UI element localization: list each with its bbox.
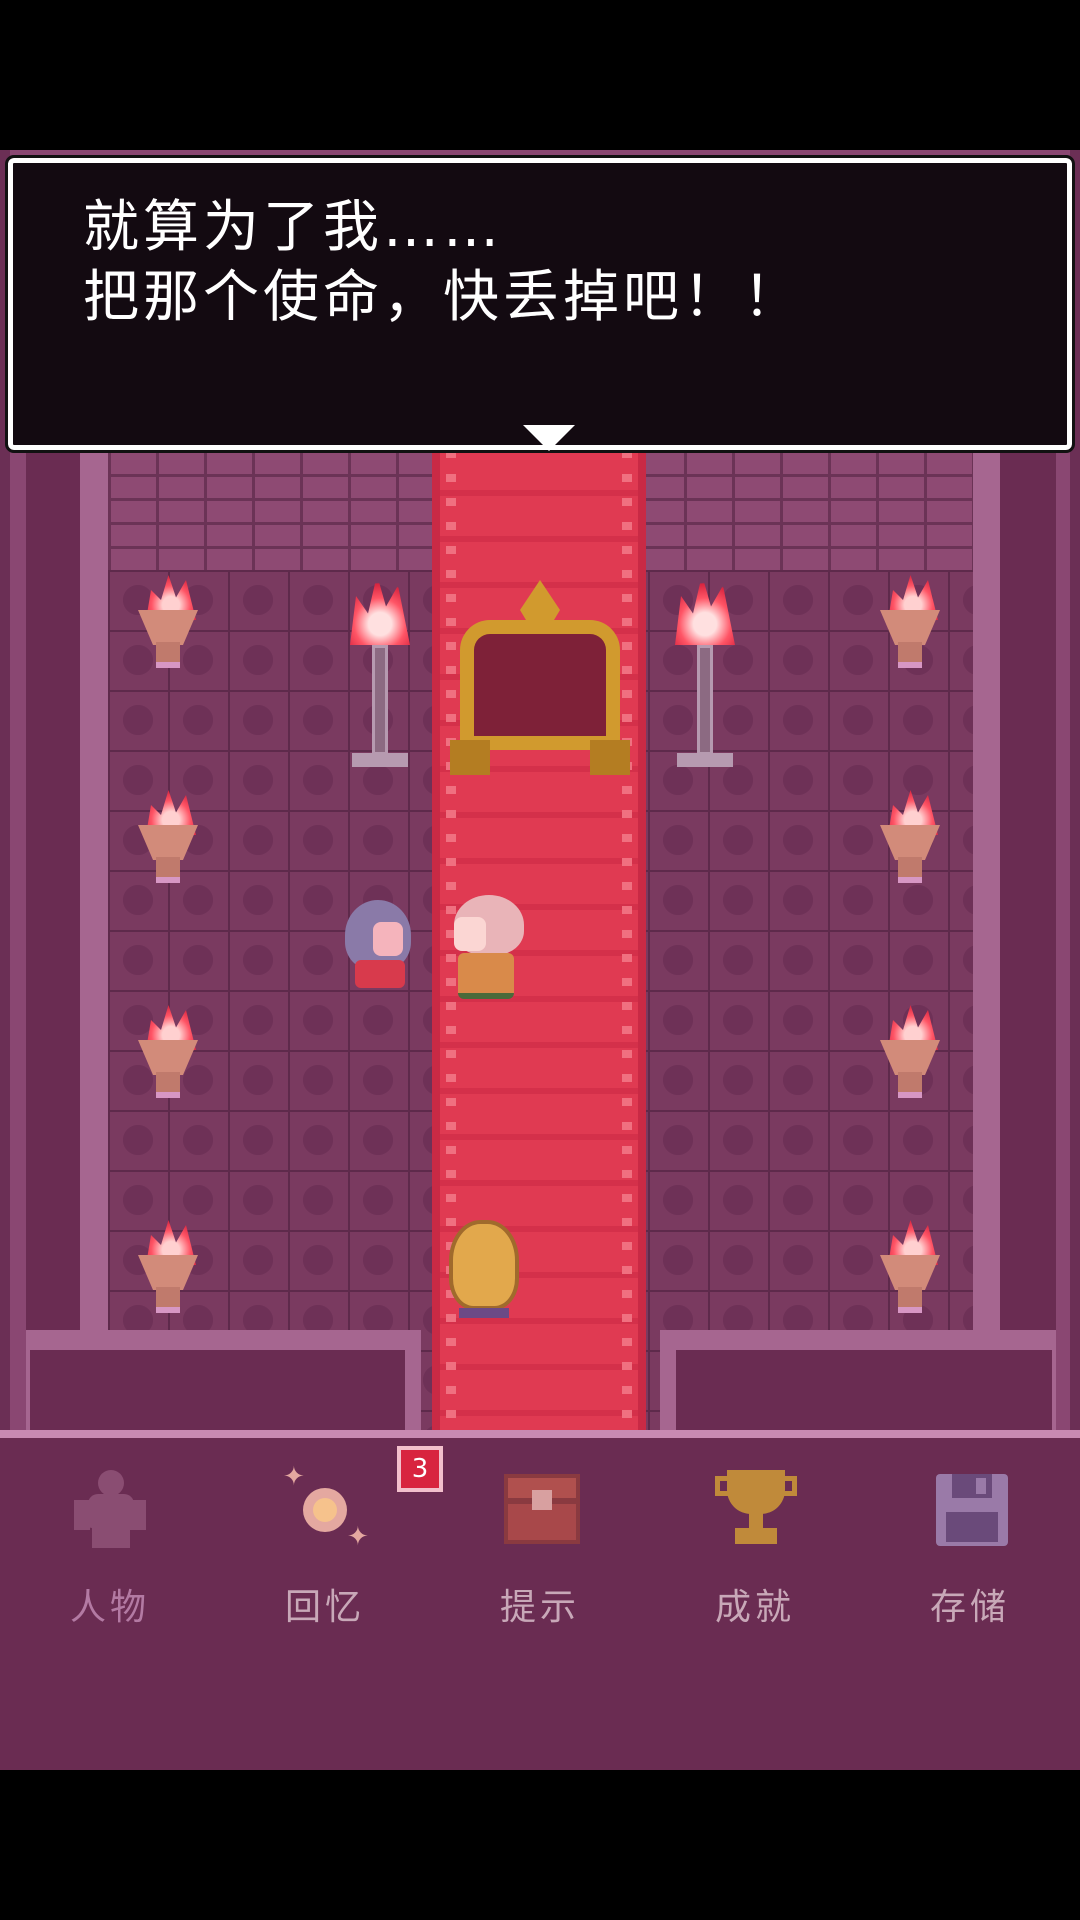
menu-label: 人物 — [69, 1587, 150, 1628]
menu-hints-button[interactable]: 提示 — [460, 1468, 620, 1628]
brazier-icon — [128, 570, 208, 670]
menu-characters-button[interactable]: 人物 — [30, 1468, 190, 1628]
bottom-letterbox — [0, 1770, 1080, 1920]
character-pink-hair-hero[interactable] — [448, 895, 528, 999]
dialogue-line-1: 就算为了我…… — [83, 195, 503, 260]
menu-label: 成就 — [714, 1587, 795, 1628]
dialogue-text: 就算为了我…… 把那个使命，快丢掉吧！！ — [83, 193, 1023, 333]
top-letterbox — [0, 0, 1080, 150]
brazier-icon — [128, 1000, 208, 1100]
menu-label: 回忆 — [284, 1587, 365, 1628]
torch-icon — [340, 575, 420, 775]
brazier-icon — [128, 1215, 208, 1315]
treasure-chest-icon — [500, 1468, 580, 1548]
trophy-icon — [715, 1468, 797, 1548]
dialogue-box[interactable]: 就算为了我…… 把那个使命，快丢掉吧！！ — [5, 155, 1075, 453]
brazier-icon — [128, 785, 208, 885]
menu-label: 提示 — [499, 1587, 580, 1628]
character-purple-hair-girl[interactable] — [345, 900, 415, 990]
menu-label: 存储 — [929, 1587, 1010, 1628]
golden-throne[interactable] — [440, 580, 640, 780]
menu-achievements-button[interactable]: 成就 — [675, 1468, 835, 1628]
brazier-icon — [870, 570, 950, 670]
brazier-icon — [870, 785, 950, 885]
character-blonde[interactable] — [445, 1220, 525, 1320]
ledge-left-inner — [30, 1350, 405, 1430]
notification-badge: 3 — [397, 1446, 443, 1492]
person-icon — [70, 1468, 150, 1548]
menu-save-button[interactable]: 存储 — [890, 1468, 1050, 1628]
dialogue-line-2: 把那个使命，快丢掉吧！！ — [83, 265, 803, 330]
brazier-icon — [870, 1215, 950, 1315]
ledge-right-inner — [676, 1350, 1052, 1430]
bottom-menu: 人物 ✦ ✦ 3 回忆 提示 成就 存储 — [0, 1430, 1080, 1770]
menu-memories-button[interactable]: ✦ ✦ 3 回忆 — [245, 1446, 443, 1628]
continue-arrow-icon — [523, 425, 575, 451]
save-disk-icon — [930, 1468, 1010, 1548]
memory-icon: ✦ ✦ 3 — [283, 1446, 443, 1552]
brazier-icon — [870, 1000, 950, 1100]
torch-icon — [665, 575, 745, 775]
